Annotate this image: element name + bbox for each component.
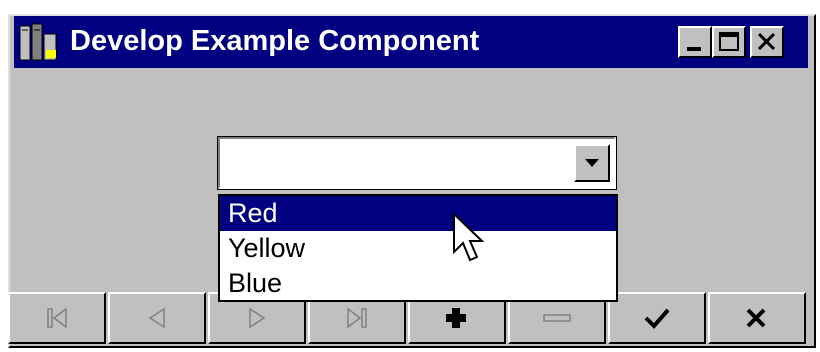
minimize-button[interactable] [678,26,712,58]
list-item-red[interactable]: Red [220,196,616,231]
dropdown-list[interactable]: Red Yellow Blue [218,194,618,302]
first-record-button[interactable] [8,292,106,344]
application-icon[interactable] [18,20,62,64]
cancel-edit-button[interactable] [708,292,806,344]
close-icon [757,32,776,51]
close-button[interactable] [750,26,784,58]
mouse-cursor-icon [453,212,485,262]
list-item-yellow[interactable]: Yellow [220,231,616,266]
prior-icon [148,307,165,329]
dropdown-button[interactable] [574,144,610,182]
minimize-icon [687,47,701,51]
color-combobox[interactable] [217,136,617,190]
window-title: Develop Example Component [70,25,480,57]
checkmark-icon [644,308,670,329]
chevron-down-icon [585,159,599,167]
prior-record-button[interactable] [108,292,206,344]
maximize-button[interactable] [712,26,746,58]
first-icon [47,307,67,329]
title-bar[interactable]: Develop Example Component [14,16,808,68]
x-icon [746,308,766,328]
list-item-blue[interactable]: Blue [220,266,616,301]
maximize-icon [719,32,739,51]
post-edit-button[interactable] [608,292,706,344]
